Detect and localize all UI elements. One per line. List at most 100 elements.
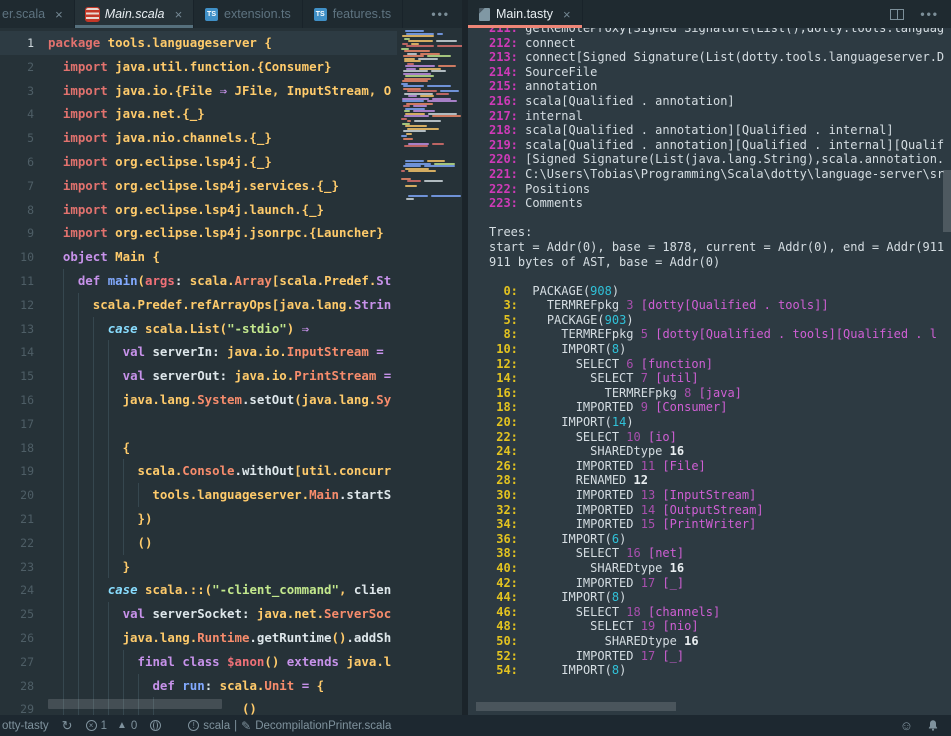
code-line[interactable]: 28 def run: scala.Unit = {	[0, 674, 397, 698]
code-line[interactable]: 21 })	[0, 507, 397, 531]
tasty-line[interactable]: 16: TERMREFpkg 8 [java]	[489, 386, 945, 401]
close-icon[interactable]: ×	[174, 7, 182, 22]
tasty-line[interactable]: 54: IMPORT(8)	[489, 663, 945, 678]
minimap[interactable]	[400, 28, 454, 248]
tasty-line[interactable]: 213: connect[Signed Signature(List(dotty…	[489, 50, 945, 65]
tasty-line[interactable]: 10: IMPORT(8)	[489, 342, 945, 357]
right-vertical-scrollbar[interactable]	[943, 170, 951, 232]
tasty-line[interactable]: 32: IMPORTED 14 [OutputStream]	[489, 503, 945, 518]
code-line[interactable]: 5 import java.nio.channels.{_}	[0, 126, 397, 150]
left-editor[interactable]: 1package tools.languageserver {2 import …	[0, 28, 462, 715]
tasty-line[interactable]: 28: RENAMED 12	[489, 473, 945, 488]
code-line[interactable]: 15 val serverOut: java.io.PrintStream =	[0, 364, 397, 388]
tasty-line[interactable]: 24: SHAREDtype 16	[489, 444, 945, 459]
code-line[interactable]: 16 java.lang.System.setOut(java.lang.Sy	[0, 388, 397, 412]
branch-label: otty-tasty	[2, 720, 49, 732]
tasty-line[interactable]: 8: TERMREFpkg 5 [dotty[Qualified . tools…	[489, 327, 945, 342]
tasty-line[interactable]: 216: scala[Qualified . annotation]	[489, 94, 945, 109]
code-line[interactable]: 12 scala.Predef.refArrayOps[java.lang.St…	[0, 293, 397, 317]
right-horizontal-scrollbar[interactable]	[476, 702, 676, 711]
tab-extension-ts[interactable]: TS extension.ts	[194, 0, 303, 28]
tasty-line[interactable]: 22: SELECT 10 [io]	[489, 430, 945, 445]
tasty-line[interactable]: 5: PACKAGE(903)	[489, 313, 945, 328]
code-line[interactable]: 22 ()	[0, 531, 397, 555]
feedback-smiley-icon[interactable]: ☺	[900, 718, 913, 733]
tasty-line[interactable]: 14: SELECT 7 [util]	[489, 371, 945, 386]
tasty-line[interactable]: 40: SHAREDtype 16	[489, 561, 945, 576]
code-line[interactable]: 26 java.lang.Runtime.getRuntime().addSh	[0, 626, 397, 650]
code-line[interactable]: 7 import org.eclipse.lsp4j.services.{_}	[0, 174, 397, 198]
code-line[interactable]: 4 import java.net.{_}	[0, 102, 397, 126]
close-icon[interactable]: ×	[563, 7, 571, 22]
more-actions-icon[interactable]: •••	[920, 7, 939, 21]
tasty-line[interactable]: 223: Comments	[489, 196, 945, 211]
right-editor[interactable]: 211: getRemoteProxy[Signed Signature(Lis…	[489, 28, 945, 699]
left-horizontal-scrollbar[interactable]	[0, 699, 462, 709]
code-line[interactable]: 6 import org.eclipse.lsp4j.{_}	[0, 150, 397, 174]
tab-main-tasty[interactable]: Main.tasty ×	[468, 0, 583, 28]
tasty-line[interactable]: 211: getRemoteProxy[Signed Signature(Lis…	[489, 28, 945, 36]
code-line[interactable]: 25 val serverSocket: java.net.ServerSoc	[0, 602, 397, 626]
tasty-line[interactable]: 52: IMPORTED 17 [_]	[489, 649, 945, 664]
tasty-line[interactable]: 50: SHAREDtype 16	[489, 634, 945, 649]
git-branch-item[interactable]: otty-tasty	[2, 720, 49, 732]
code-line[interactable]: 27 final class $anon() extends java.l	[0, 650, 397, 674]
code-line[interactable]: 2 import java.util.function.{Consumer}	[0, 55, 397, 79]
code-line[interactable]: 10 object Main {	[0, 245, 397, 269]
tasty-line[interactable]	[489, 211, 945, 226]
code-line[interactable]: 24 case scala.::("-client_command", clie…	[0, 578, 397, 602]
notifications-bell-icon[interactable]	[927, 719, 939, 732]
tasty-line[interactable]: 20: IMPORT(14)	[489, 415, 945, 430]
tasty-line[interactable]: 214: SourceFile	[489, 65, 945, 80]
code-line[interactable]: 14 val serverIn: java.io.InputStream =	[0, 340, 397, 364]
code-line[interactable]: 23 }	[0, 555, 397, 579]
close-icon[interactable]: ×	[55, 7, 63, 22]
tab-features-ts[interactable]: TS features.ts	[303, 0, 403, 28]
code-line[interactable]: 18 {	[0, 436, 397, 460]
tasty-line[interactable]: 911 bytes of AST, base = Addr(0)	[489, 255, 945, 270]
tasty-line[interactable]: 3: TERMREFpkg 3 [dotty[Qualified . tools…	[489, 298, 945, 313]
code-line[interactable]: 11 def main(args: scala.Array[scala.Pred…	[0, 269, 397, 293]
tasty-line[interactable]: 221: C:\Users\Tobias\Programming\Scala\d…	[489, 167, 945, 182]
more-tabs-icon[interactable]: •••	[431, 7, 450, 21]
globe-icon[interactable]	[150, 720, 161, 731]
tasty-line[interactable]: 42: IMPORTED 17 [_]	[489, 576, 945, 591]
tasty-line[interactable]: 220: [Signed Signature(List(java.lang.St…	[489, 152, 945, 167]
code-line[interactable]: 3 import java.io.{File ⇒ JFile, InputStr…	[0, 79, 397, 103]
tasty-line[interactable]: 217: internal	[489, 109, 945, 124]
code-line[interactable]: 13 case scala.List("-stdio") ⇒	[0, 317, 397, 341]
tasty-line[interactable]: 30: IMPORTED 13 [InputStream]	[489, 488, 945, 503]
tasty-line[interactable]: 219: scala[Qualified . annotation][Quali…	[489, 138, 945, 153]
scrollbar-thumb[interactable]	[48, 699, 222, 709]
tasty-line[interactable]: 38: SELECT 16 [net]	[489, 546, 945, 561]
code-line[interactable]: 19 scala.Console.withOut[util.concurr	[0, 459, 397, 483]
tab-label: Main.tasty	[496, 7, 553, 21]
tasty-line[interactable]: 44: IMPORT(8)	[489, 590, 945, 605]
tasty-line[interactable]	[489, 269, 945, 284]
tasty-line[interactable]: 0: PACKAGE(908)	[489, 284, 945, 299]
code-line[interactable]: 8 import org.eclipse.lsp4j.launch.{_}	[0, 198, 397, 222]
tasty-line[interactable]: 18: IMPORTED 9 [Consumer]	[489, 400, 945, 415]
tasty-line[interactable]: 212: connect	[489, 36, 945, 51]
code-line[interactable]: 20 tools.languageserver.Main.startS	[0, 483, 397, 507]
tasty-line[interactable]: 46: SELECT 18 [channels]	[489, 605, 945, 620]
sync-icon[interactable]: ↻	[62, 718, 73, 734]
tasty-line[interactable]: 26: IMPORTED 11 [File]	[489, 459, 945, 474]
code-line[interactable]: 1package tools.languageserver {	[0, 31, 397, 55]
tasty-line[interactable]: 48: SELECT 19 [nio]	[489, 619, 945, 634]
split-editor-icon[interactable]	[890, 9, 904, 20]
tasty-line[interactable]: 34: IMPORTED 15 [PrintWriter]	[489, 517, 945, 532]
code-line[interactable]: 9 import org.eclipse.lsp4j.jsonrpc.{Laun…	[0, 221, 397, 245]
tasty-line[interactable]: 215: annotation	[489, 79, 945, 94]
code-line[interactable]: 17	[0, 412, 397, 436]
tasty-line[interactable]: Trees:	[489, 225, 945, 240]
tasty-line[interactable]: 222: Positions	[489, 182, 945, 197]
problems-item[interactable]: × 1 ▲ 0	[86, 720, 138, 732]
language-status-item[interactable]: ! scala | ✎ DecompilationPrinter.scala	[188, 719, 391, 733]
tab-main-scala[interactable]: Main.scala ×	[75, 0, 194, 28]
tasty-line[interactable]: 12: SELECT 6 [function]	[489, 357, 945, 372]
tab-er-scala[interactable]: er.scala ×	[0, 0, 75, 28]
tasty-line[interactable]: 218: scala[Qualified . annotation][Quali…	[489, 123, 945, 138]
tasty-line[interactable]: start = Addr(0), base = 1878, current = …	[489, 240, 945, 255]
tasty-line[interactable]: 36: IMPORT(6)	[489, 532, 945, 547]
